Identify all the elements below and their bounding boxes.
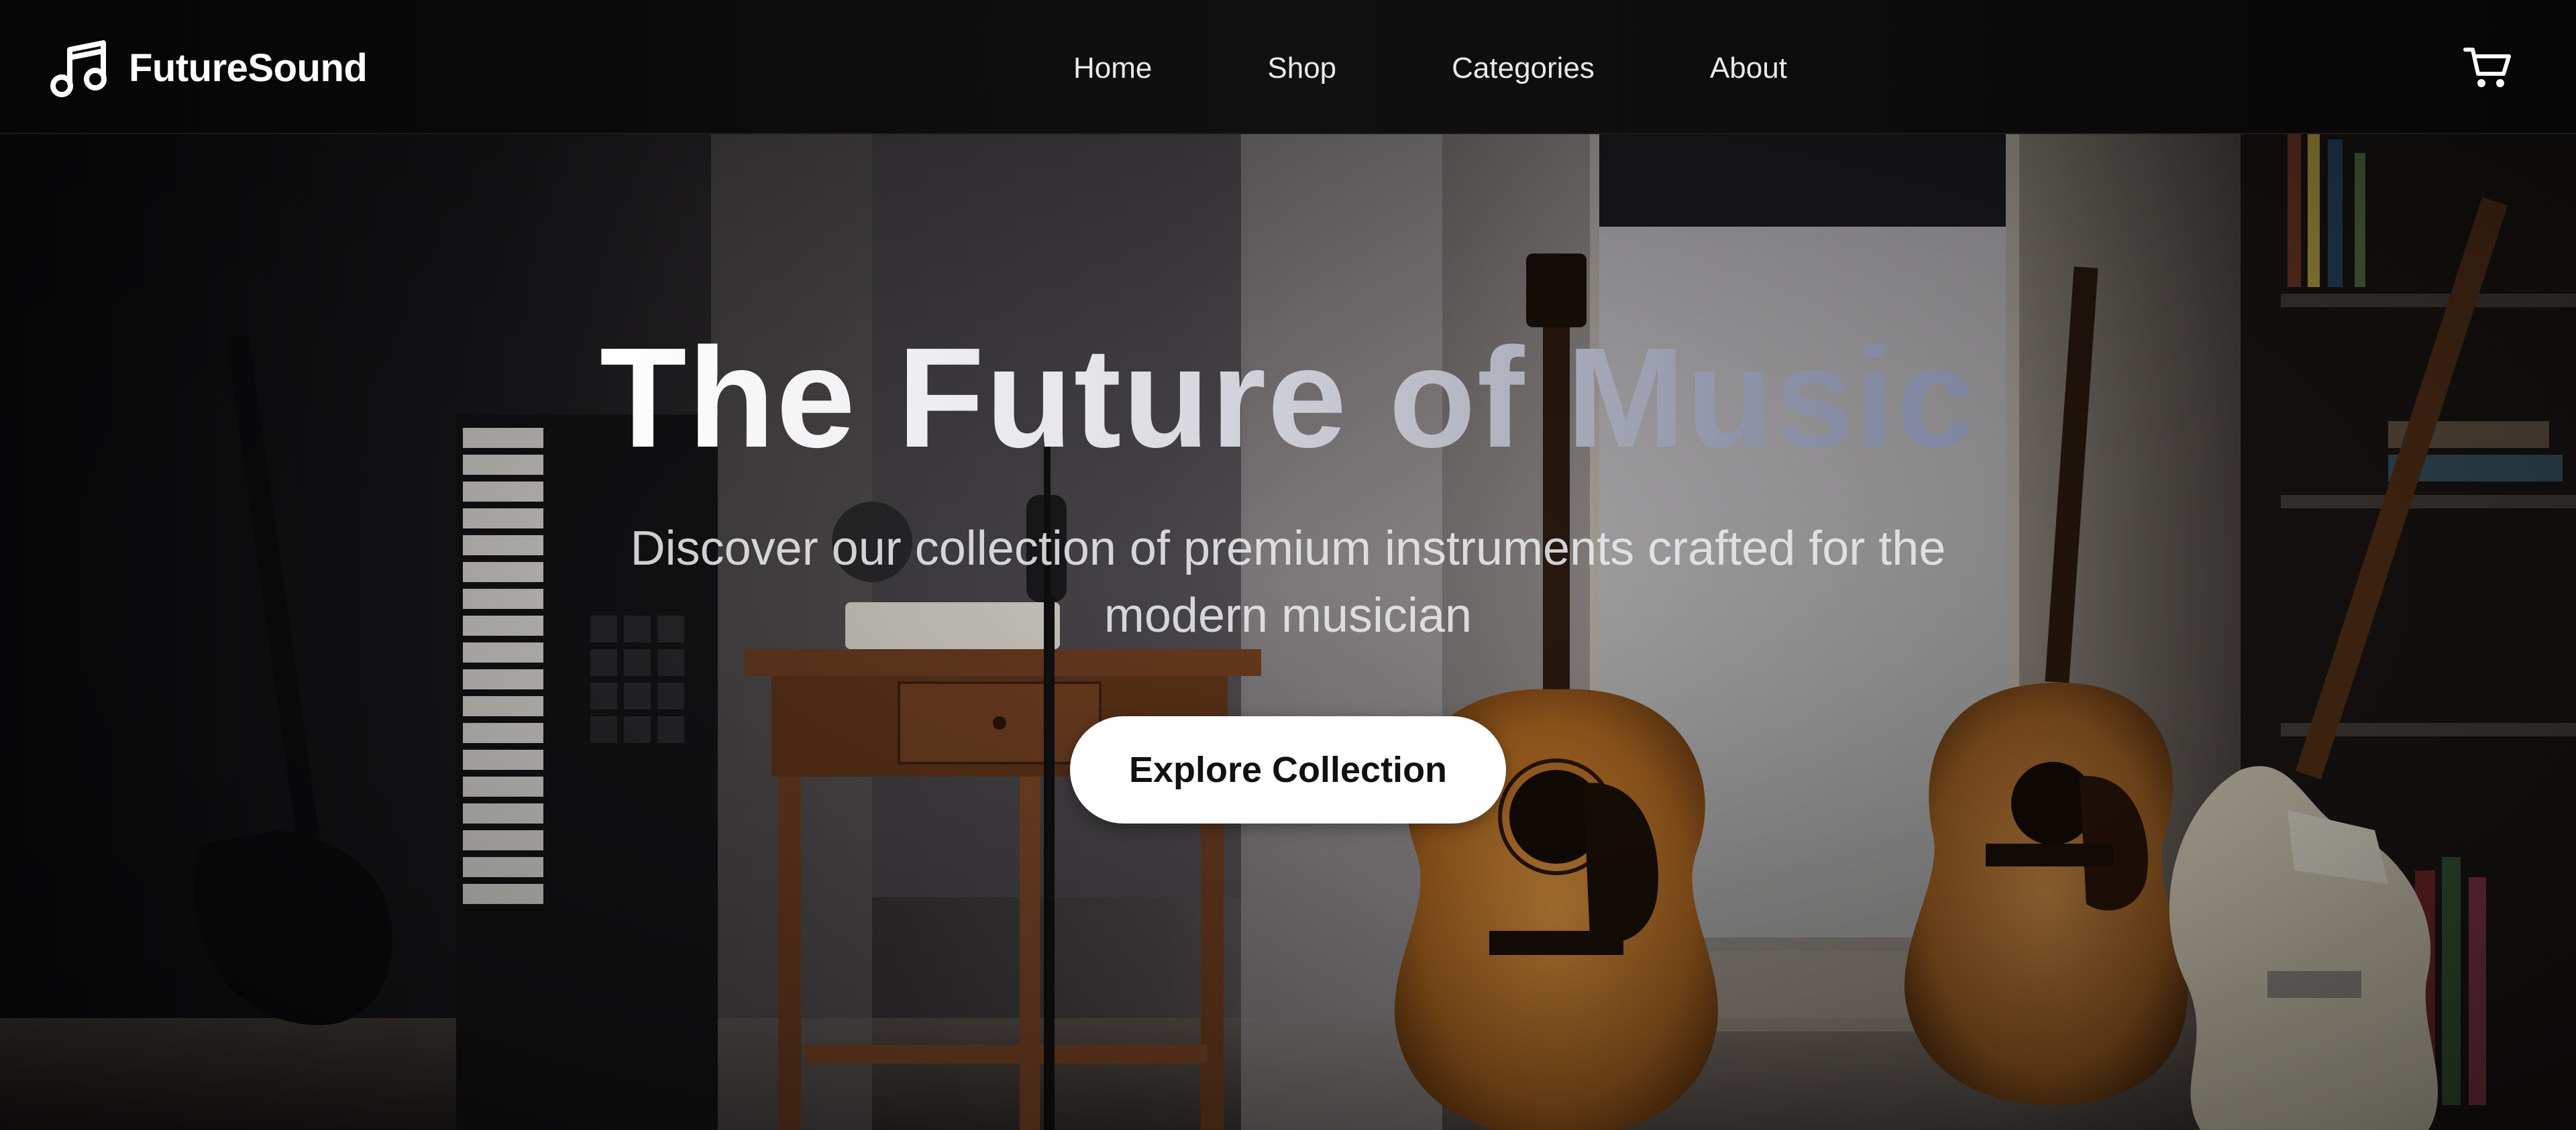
hero-title: The Future of Music <box>600 314 1976 482</box>
nav-link-shop[interactable]: Shop <box>1267 52 1336 85</box>
hero-section: The Future of Music Discover our collect… <box>0 133 2576 1130</box>
music-note-icon <box>50 40 107 97</box>
hero-content: The Future of Music Discover our collect… <box>0 314 2576 824</box>
brand-logo-link[interactable]: FutureSound <box>50 38 368 98</box>
nav-link-about[interactable]: About <box>1710 52 1787 85</box>
navbar: FutureSound Home Shop Categories About <box>0 0 2576 134</box>
page: FutureSound Home Shop Categories About T… <box>0 0 2576 1130</box>
main-nav: Home Shop Categories About <box>1073 40 1787 97</box>
hero-subtitle: Discover our collection of premium instr… <box>630 522 1946 642</box>
nav-link-categories[interactable]: Categories <box>1452 52 1595 85</box>
shopping-cart-icon[interactable] <box>2463 44 2512 91</box>
nav-link-home[interactable]: Home <box>1073 52 1152 85</box>
explore-collection-button[interactable]: Explore Collection <box>1070 716 1506 824</box>
brand-name: FutureSound <box>129 46 368 90</box>
